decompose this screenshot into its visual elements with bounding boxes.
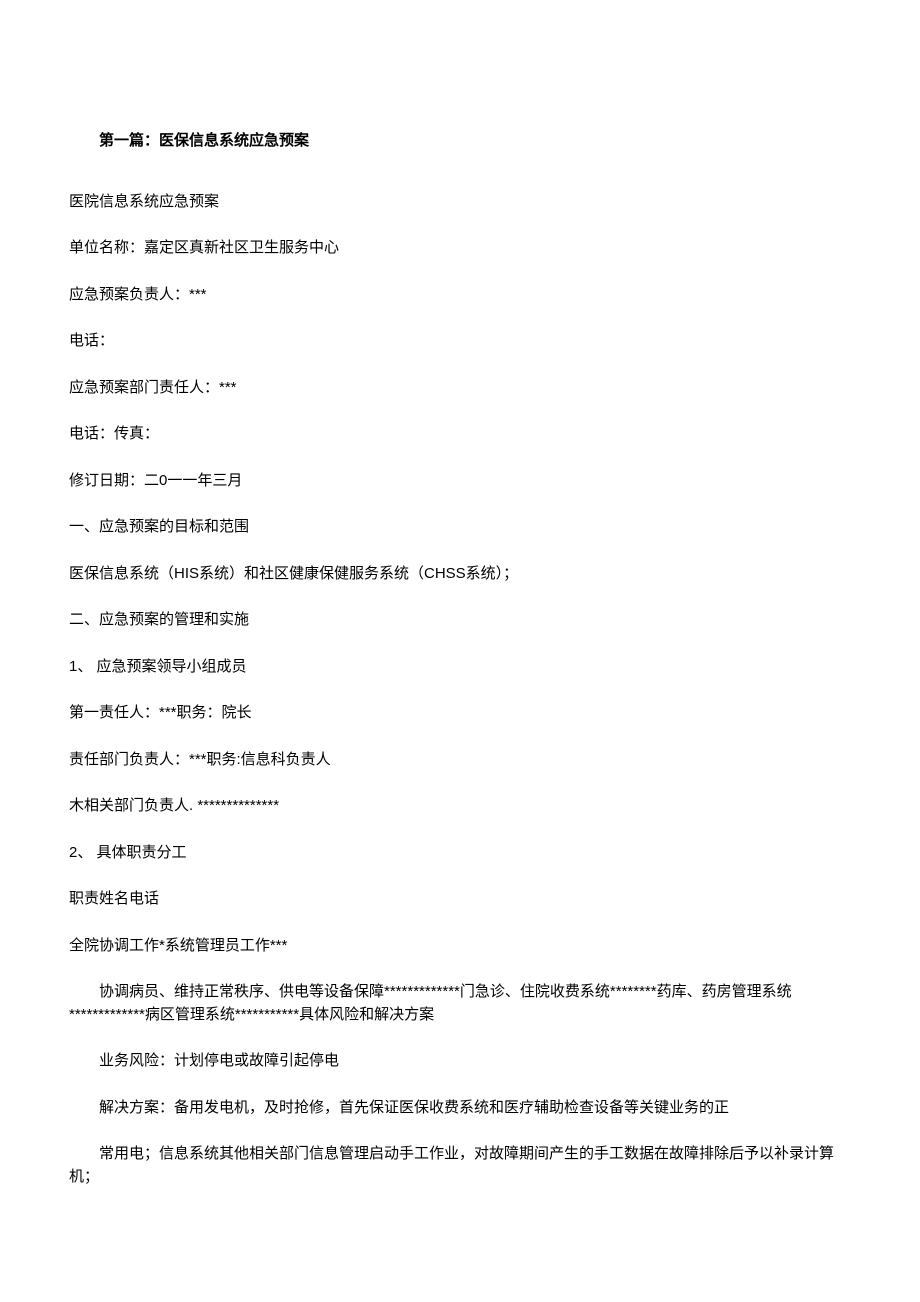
- paragraph-9: 医保信息系统（HIS系统）和社区健康保健服务系统（CHSS系统）；: [69, 563, 851, 586]
- paragraph-7: 修订日期：二0一一年三月: [69, 470, 851, 493]
- paragraph-6: 电话：传真：: [69, 423, 851, 446]
- paragraph-3: 应急预案负责人：***: [69, 284, 851, 307]
- paragraph-16: 职责姓名电话: [69, 888, 851, 911]
- paragraph-12: 第一责任人：***职务：院长: [69, 702, 851, 725]
- paragraph-18: 协调病员、维持正常秩序、供电等设备保障*************门急诊、住院收费…: [69, 981, 851, 1026]
- paragraph-20: 解决方案：备用发电机，及时抢修，首先保证医保收费系统和医疗辅助检查设备等关键业务…: [69, 1097, 851, 1120]
- paragraph-8: 一、应急预案的目标和范围: [69, 516, 851, 539]
- paragraph-11: 1、 应急预案领导小组成员: [69, 656, 851, 679]
- paragraph-19: 业务风险：计划停电或故障引起停电: [69, 1050, 851, 1073]
- paragraph-14: 木相关部门负责人. **************: [69, 795, 851, 818]
- paragraph-21: 常用电；信息系统其他相关部门信息管理启动手工作业，对故障期间产生的手工数据在故障…: [69, 1143, 851, 1188]
- paragraph-1: 医院信息系统应急预案: [69, 191, 851, 214]
- paragraph-10: 二、应急预案的管理和实施: [69, 609, 851, 632]
- document-heading: 第一篇：医保信息系统应急预案: [69, 130, 851, 153]
- paragraph-4: 电话：: [69, 330, 851, 353]
- paragraph-13: 责任部门负责人：***职务:信息科负责人: [69, 749, 851, 772]
- paragraph-15: 2、 具体职责分工: [69, 842, 851, 865]
- paragraph-17: 全院协调工作*系统管理员工作***: [69, 935, 851, 958]
- paragraph-5: 应急预案部门责任人：***: [69, 377, 851, 400]
- paragraph-2: 单位名称：嘉定区真新社区卫生服务中心: [69, 237, 851, 260]
